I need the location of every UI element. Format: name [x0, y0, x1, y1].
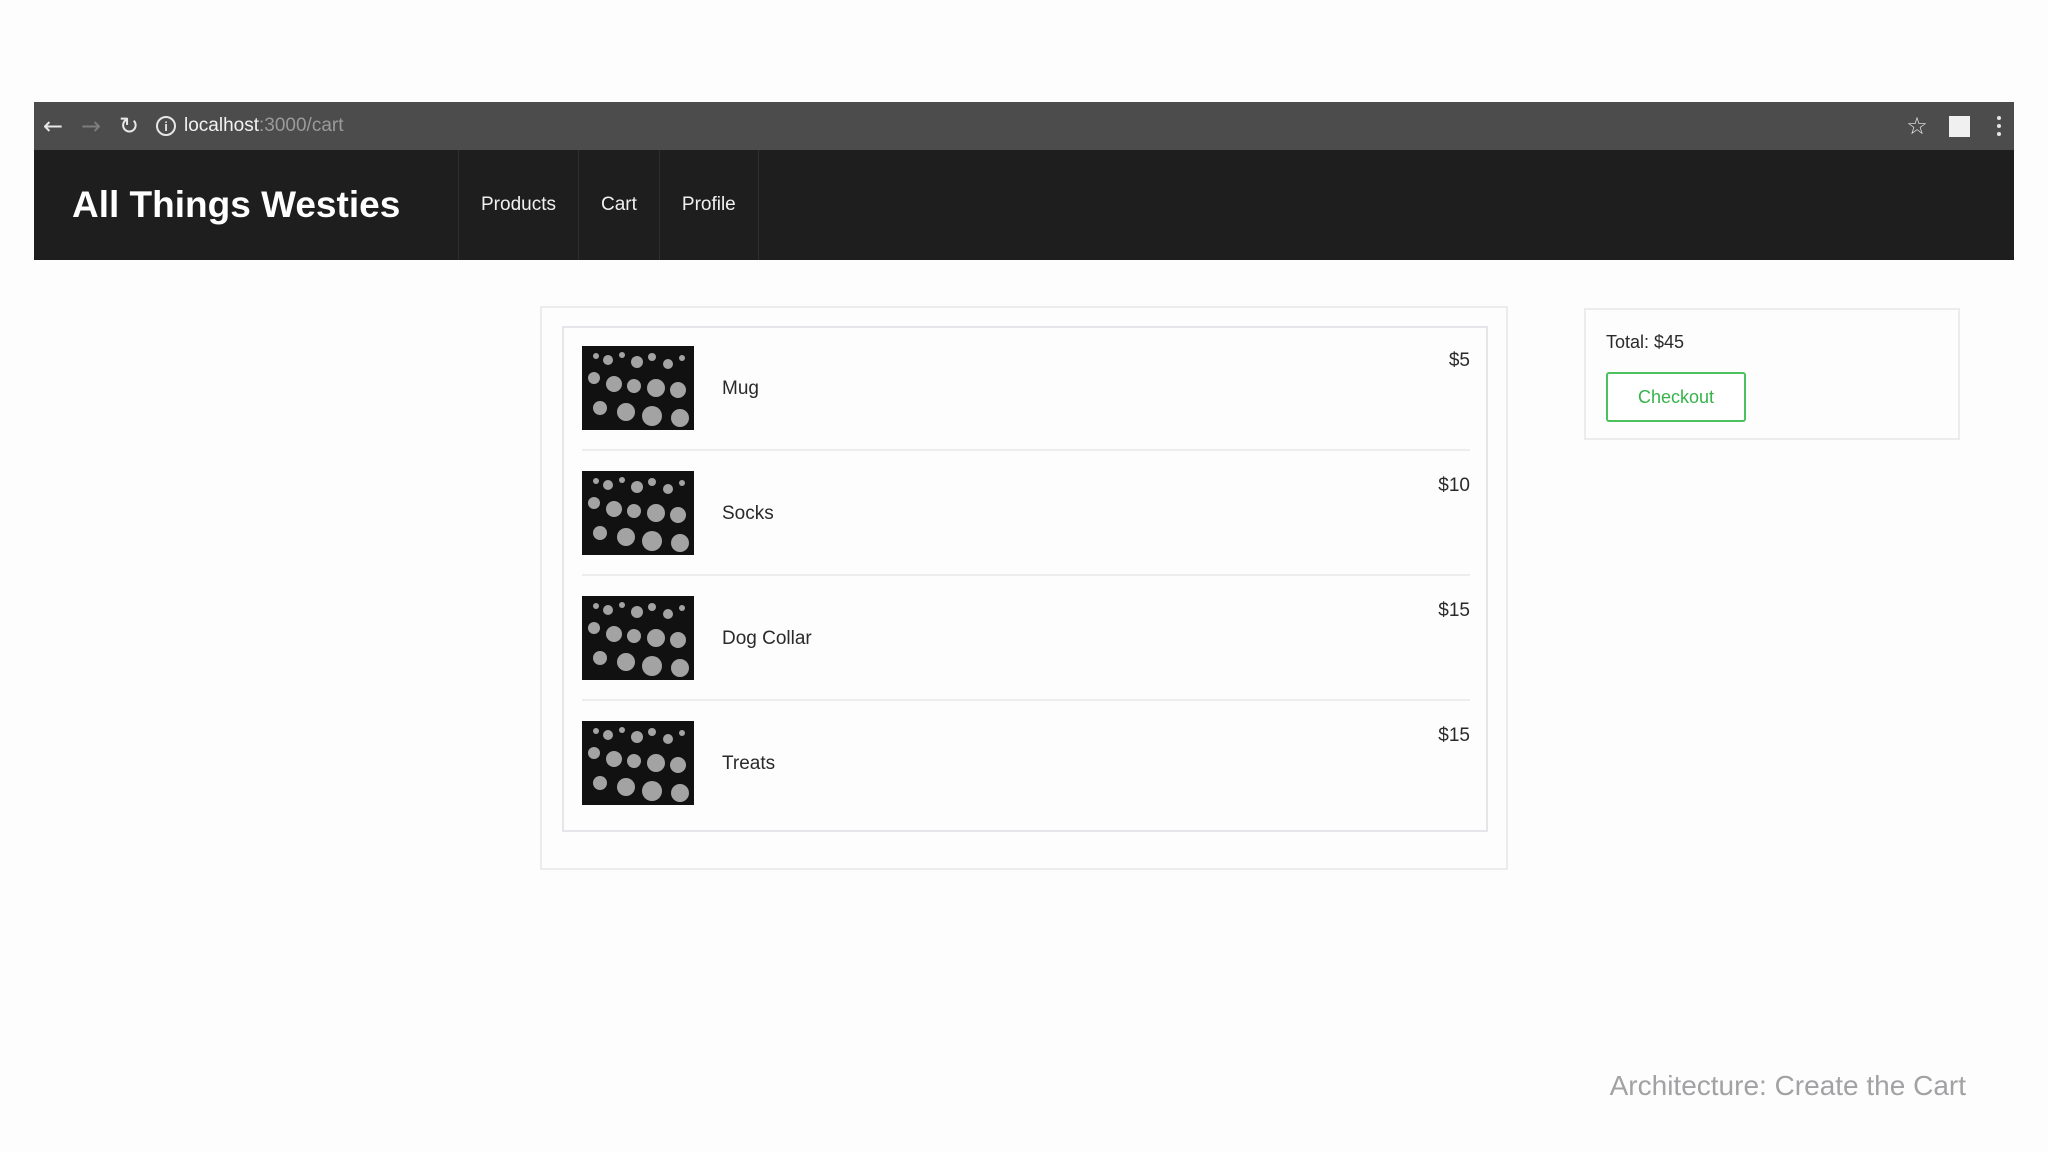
product-thumbnail	[582, 346, 694, 430]
menu-icon[interactable]	[1984, 116, 2014, 136]
cart-total: Total: $45	[1606, 332, 1685, 352]
cart-item: Socks $10	[582, 453, 1470, 576]
item-price: $15	[1438, 725, 1470, 746]
cart-item: Mug $5	[582, 328, 1470, 451]
nav-link-products[interactable]: Products	[458, 150, 578, 260]
app-navbar: All Things Westies Products Cart Profile	[34, 150, 2014, 260]
order-summary: Total: $45 Checkout	[1584, 308, 1960, 440]
item-price: $5	[1448, 350, 1470, 371]
nav-link-profile[interactable]: Profile	[658, 150, 759, 260]
item-name: Socks	[722, 503, 774, 524]
url-host: localhost	[184, 115, 259, 136]
cart-panel: Mug $5 Socks $10 Dog Collar $15 Treats $…	[540, 306, 1508, 870]
item-price: $15	[1438, 600, 1470, 621]
slide-caption: Architecture: Create the Cart	[1609, 1070, 1966, 1101]
product-thumbnail	[582, 721, 694, 805]
forward-arrow-icon[interactable]: →	[72, 102, 110, 150]
item-name: Dog Collar	[722, 628, 812, 649]
back-arrow-icon[interactable]: ←	[34, 102, 72, 150]
nav-link-cart[interactable]: Cart	[577, 150, 659, 260]
url-path: :3000/cart	[259, 115, 344, 136]
cart-item: Dog Collar $15	[582, 578, 1470, 701]
star-icon[interactable]: ☆	[1897, 112, 1937, 140]
item-name: Mug	[722, 378, 759, 399]
info-icon[interactable]: i	[156, 116, 176, 136]
browser-toolbar: ← → ↻ i localhost:3000/cart ☆	[34, 102, 2014, 150]
brand-title[interactable]: All Things Westies	[34, 150, 458, 260]
extension-icon[interactable]	[1949, 115, 1970, 137]
browser-window: ← → ↻ i localhost:3000/cart ☆ All Things…	[34, 102, 2014, 260]
item-price: $10	[1438, 475, 1470, 496]
cart-list: Mug $5 Socks $10 Dog Collar $15 Treats $…	[562, 326, 1488, 832]
product-thumbnail	[582, 596, 694, 680]
reload-icon[interactable]: ↻	[110, 102, 148, 150]
checkout-button[interactable]: Checkout	[1606, 372, 1746, 422]
item-name: Treats	[722, 753, 776, 774]
product-thumbnail	[582, 471, 694, 555]
address-bar[interactable]: i localhost:3000/cart	[156, 110, 1916, 142]
cart-item: Treats $15	[582, 703, 1470, 826]
